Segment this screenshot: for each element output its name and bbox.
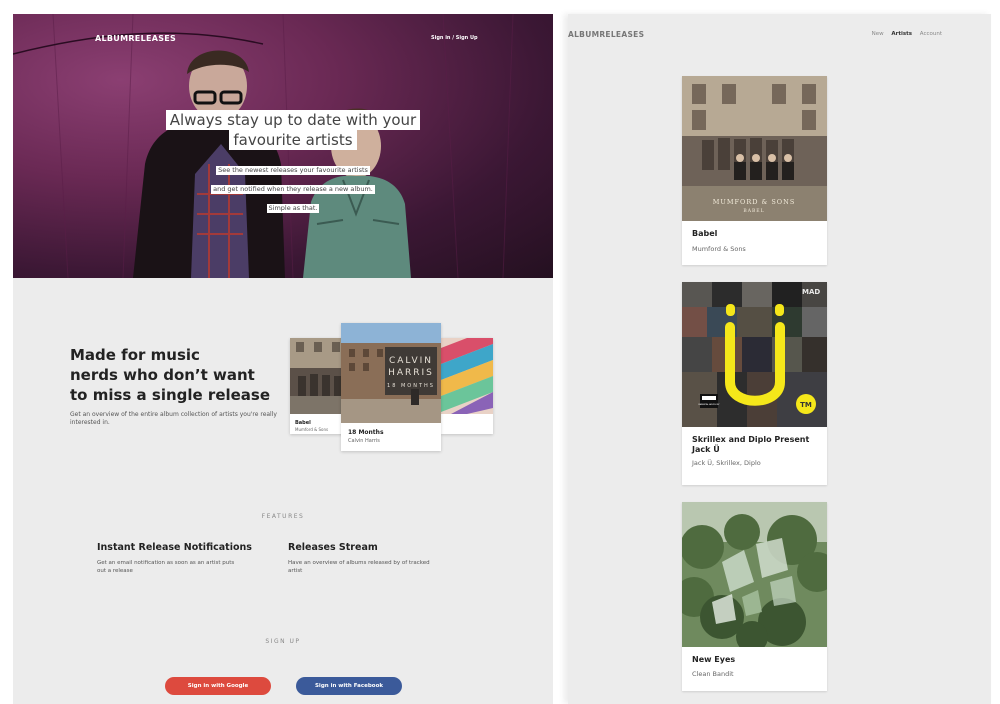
hero-subtitle: See the newest releases your favourite a… [203, 157, 383, 214]
feature-title: Instant Release Notifications [97, 542, 252, 553]
hero-subtitle-line: See the newest releases your favourite a… [216, 166, 370, 175]
cover-text: MUMFORD & SONS [713, 198, 796, 206]
preview-card-third[interactable] [441, 338, 493, 434]
album-cover-new-eyes [682, 502, 827, 647]
nav-item-new[interactable]: New [872, 31, 884, 37]
hero-subtitle-line: Simple as that. [266, 204, 320, 213]
google-signin-button[interactable]: Sign in with Google [165, 677, 271, 695]
album-card-new-eyes[interactable]: New Eyes Clean Bandit [682, 502, 827, 691]
cover-text: HARRIS [388, 368, 434, 378]
brand-logo[interactable]: ALBUMRELEASES [568, 30, 644, 39]
album-artist: Mumford & Sons [692, 245, 746, 253]
landing-page: ALBUMRELEASES Sign in / Sign Up Always s… [13, 14, 553, 704]
top-nav: New Artists Account [866, 31, 942, 37]
brand-logo[interactable]: ALBUMRELEASES [95, 34, 176, 43]
album-artist: Clean Bandit [692, 670, 734, 678]
cover-text: PARENTAL ADVISORY [699, 403, 721, 406]
album-title: New Eyes [692, 655, 736, 664]
preview-card-title: Babel [295, 420, 311, 426]
album-card-jack-u[interactable]: MAD TM PARENTAL ADVISORY Skrillex and Di… [682, 282, 827, 485]
feature-description: Get an email notification as soon as an … [97, 560, 235, 574]
artists-page: ALBUMRELEASES New Artists Account MUMFOR… [568, 14, 991, 704]
cover-text: 18 MONTHS [387, 383, 435, 389]
nav-item-account[interactable]: Account [920, 31, 942, 37]
signup-heading: SIGN UP [265, 638, 301, 645]
feature-title: Releases Stream [288, 542, 378, 553]
album-cover-jack-u: MAD TM PARENTAL ADVISORY [682, 282, 827, 427]
album-artist: Jack Ü, Skrillex, Diplo [692, 459, 761, 467]
album-title: Babel [692, 229, 718, 238]
album-card-babel[interactable]: MUMFORD & SONS BABEL Babel Mumford & Son… [682, 76, 827, 265]
cover-text: BABEL [743, 208, 764, 214]
preview-card-18-months[interactable]: CALVIN HARRIS 18 MONTHS 18 Months Calvin… [341, 323, 441, 451]
pitch-description: Get an overview of the entire album coll… [70, 411, 277, 426]
nav-item-artists[interactable]: Artists [891, 31, 912, 37]
pitch-title-line: nerds who don’t want [70, 366, 255, 384]
album-title: Skrillex and Diplo Present Jack Ü [692, 435, 810, 454]
feature-notifications: Instant Release Notifications Get an ema… [97, 542, 267, 575]
pitch-title: Made for music nerds who don’t want to m… [70, 345, 280, 405]
hero-headline: Always stay up to date with your favouri… [160, 110, 426, 150]
album-cover-babel: MUMFORD & SONS BABEL [682, 76, 827, 221]
hero-headline-line: Always stay up to date with your [165, 110, 421, 130]
hero-headline-line: favourite artists [229, 130, 357, 150]
preview-card-title: 18 Months [348, 429, 384, 436]
cover-text: CALVIN [389, 356, 433, 366]
facebook-signin-button[interactable]: Sign in with Facebook [296, 677, 402, 695]
feature-description: Have an overview of albums released by o… [288, 560, 430, 574]
pitch-title-line: to miss a single release [70, 386, 271, 404]
album-cover-18-months: CALVIN HARRIS 18 MONTHS [341, 323, 441, 423]
preview-card-artist: Calvin Harris [348, 438, 380, 444]
pitch-title-line: Made for music [70, 346, 200, 364]
preview-card-artist: Mumford & Sons [295, 427, 329, 432]
features-heading: FEATURES [261, 513, 305, 520]
feature-releases-stream: Releases Stream Have an overview of albu… [288, 542, 458, 575]
hero-subtitle-line: and get notified when they release a new… [211, 185, 375, 194]
cover-text: TM [800, 401, 812, 409]
hero-banner: ALBUMRELEASES Sign in / Sign Up Always s… [13, 14, 553, 278]
pitch-section: Made for music nerds who don’t want to m… [70, 345, 280, 427]
cover-text: MAD [802, 288, 820, 296]
signin-signup-link[interactable]: Sign in / Sign Up [431, 35, 478, 41]
album-cover-third-small [441, 338, 493, 414]
